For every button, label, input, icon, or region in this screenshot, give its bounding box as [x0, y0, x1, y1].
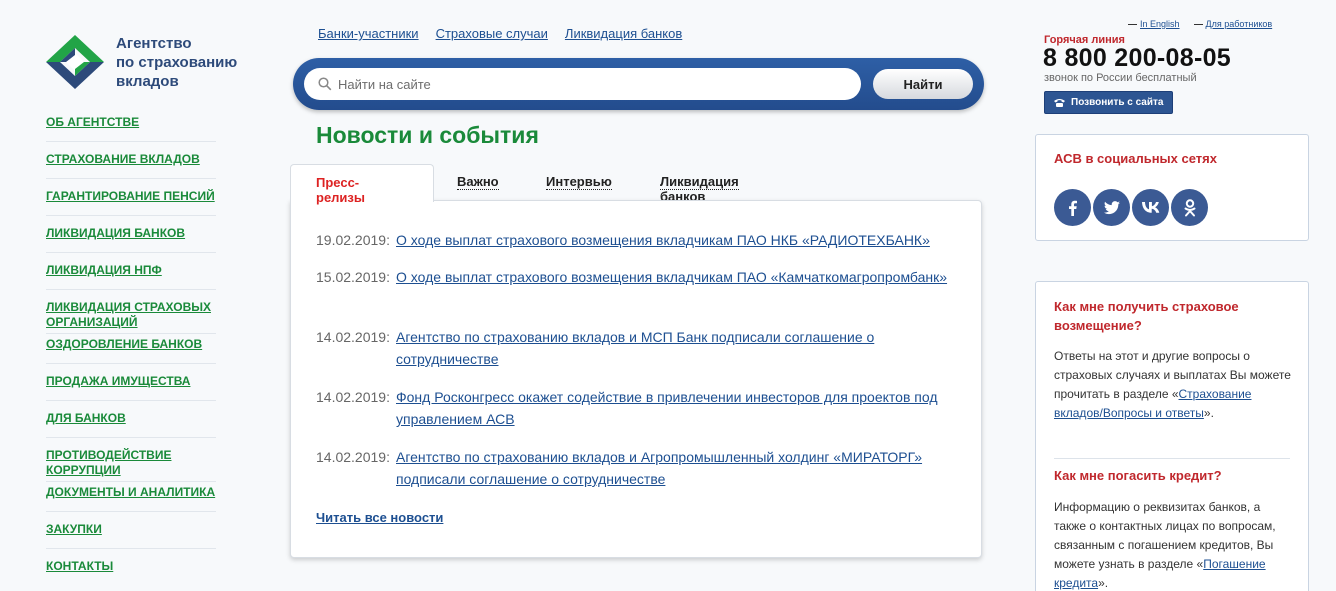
tab-bank-liquidation[interactable]: Ликвидация банков [660, 164, 739, 205]
news-item: 14.02.2019: Агентство по страхованию вкл… [316, 446, 976, 490]
tab-press-releases[interactable]: Пресс-релизы [290, 164, 434, 205]
search-icon [318, 77, 332, 91]
nav-divider [46, 252, 216, 253]
logo-line-1: Агентство [116, 34, 192, 52]
faq-question: Как мне погасить кредит? [1054, 468, 1222, 483]
call-from-site-button[interactable]: Позвонить с сайта [1044, 91, 1173, 114]
page: Агентство по страхованию вкладов ОБ АГЕН… [0, 0, 1336, 591]
news-link[interactable]: Фонд Росконгресс окажет содействие в при… [396, 386, 976, 430]
news-panel: 19.02.2019: О ходе выплат страхового воз… [290, 200, 982, 558]
nav-divider [46, 178, 216, 179]
site-logo[interactable]: Агентство по страхованию вкладов [44, 33, 237, 91]
nav-divider [46, 548, 216, 549]
tab-important[interactable]: Важно [457, 164, 499, 202]
news-date: 14.02.2019: [316, 329, 390, 345]
nav-divider [46, 141, 216, 142]
english-link[interactable]: In English [1140, 19, 1180, 29]
search-bar: Найти [293, 58, 984, 110]
search-input[interactable] [338, 76, 838, 92]
logo-line-3: вкладов [116, 72, 179, 90]
nav-item-documents[interactable]: ДОКУМЕНТЫ И АНАЛИТИКА [46, 485, 216, 500]
phone-icon [1054, 98, 1065, 107]
hotline-note: звонок по России бесплатный [1044, 72, 1197, 84]
news-item: 19.02.2019: О ходе выплат страхового воз… [316, 229, 976, 251]
page-title: Новости и события [316, 122, 539, 148]
social-box: АСВ в социальных сетях [1035, 134, 1309, 241]
utility-links: In English Для работников [1128, 19, 1272, 29]
faq-answer-tail: ». [1098, 576, 1109, 590]
social-title: АСВ в социальных сетях [1054, 151, 1217, 166]
nav-item-anti-corruption[interactable]: ПРОТИВОДЕЙСТВИЕ КОРРУПЦИИ [46, 448, 216, 478]
news-item: 14.02.2019: Фонд Росконгресс окажет соде… [316, 386, 976, 430]
top-link-bank-liquidation[interactable]: Ликвидация банков [565, 26, 682, 41]
news-item: 14.02.2019: Агентство по страхованию вкл… [316, 326, 976, 370]
tab-label: Пресс-релизы [316, 175, 365, 205]
news-item: 15.02.2019: О ходе выплат страхового воз… [316, 266, 976, 288]
nav-divider [46, 481, 216, 482]
news-link[interactable]: О ходе выплат страхового возмещения вкла… [396, 229, 930, 251]
nav-item-about[interactable]: ОБ АГЕНТСТВЕ [46, 115, 216, 130]
faq-question: Как мне получить страховое возмещение? [1054, 299, 1239, 333]
nav-item-pension-guarantee[interactable]: ГАРАНТИРОВАНИЕ ПЕНСИЙ [46, 189, 216, 204]
utility-link-staff-wrap: Для работников [1193, 19, 1273, 29]
read-all-news-link[interactable]: Читать все новости [316, 510, 443, 525]
search-button[interactable]: Найти [873, 69, 973, 99]
top-link-insured-events[interactable]: Страховые случаи [436, 26, 548, 41]
news-date: 14.02.2019: [316, 389, 390, 405]
nav-item-property-sale[interactable]: ПРОДАЖА ИМУЩЕСТВА [46, 374, 216, 389]
tab-label: Важно [457, 174, 499, 190]
faq-box: Как мне получить страховое возмещение? О… [1035, 281, 1309, 591]
nav-divider [46, 333, 216, 334]
asv-logo-icon [46, 35, 104, 89]
nav-item-bank-recovery[interactable]: ОЗДОРОВЛЕНИЕ БАНКОВ [46, 337, 216, 352]
nav-divider [46, 215, 216, 216]
top-links: Банки-участники Страховые случаи Ликвида… [318, 26, 682, 41]
news-link[interactable]: Агентство по страхованию вкладов и Агроп… [396, 446, 976, 490]
news-link[interactable]: О ходе выплат страхового возмещения вкла… [396, 266, 947, 288]
nav-item-for-banks[interactable]: ДЛЯ БАНКОВ [46, 411, 216, 426]
tab-label: Интервью [546, 174, 612, 190]
nav-divider [46, 400, 216, 401]
news-date: 19.02.2019: [316, 232, 390, 248]
nav-item-npf-liquidation[interactable]: ЛИКВИДАЦИЯ НПФ [46, 263, 216, 278]
odnoklassniki-icon[interactable] [1171, 189, 1208, 226]
tab-interview[interactable]: Интервью [546, 164, 612, 202]
logo-line-2: по страхованию [116, 53, 238, 71]
dash-icon [1128, 24, 1137, 26]
news-link[interactable]: Агентство по страхованию вкладов и МСП Б… [396, 326, 976, 370]
news-date: 14.02.2019: [316, 449, 390, 465]
top-link-member-banks[interactable]: Банки-участники [318, 26, 419, 41]
faq-answer: Ответы на этот и другие вопросы о страхо… [1054, 347, 1294, 423]
nav-item-insurer-liquidation[interactable]: ЛИКВИДАЦИЯ СТРАХОВЫХ ОРГАНИЗАЦИЙ [46, 300, 216, 330]
call-button-label: Позвонить с сайта [1071, 97, 1164, 108]
nav-item-contacts[interactable]: КОНТАКТЫ [46, 559, 216, 574]
faq-divider [1054, 458, 1290, 459]
search-field[interactable] [304, 68, 861, 100]
logo-text: Агентство по страхованию вкладов [116, 34, 237, 91]
hotline-number[interactable]: 8 800 200-08-05 [1043, 44, 1231, 73]
nav-item-deposit-insurance[interactable]: СТРАХОВАНИЕ ВКЛАДОВ [46, 152, 216, 167]
twitter-icon[interactable] [1093, 189, 1130, 226]
faq-answer: Информацию о реквизитах банков, а также … [1054, 498, 1294, 591]
nav-divider [46, 511, 216, 512]
faq-answer-text: Ответы на этот и другие вопросы о страхо… [1054, 349, 1291, 401]
staff-link[interactable]: Для работников [1206, 19, 1273, 29]
nav-divider [46, 289, 216, 290]
faq-answer-tail: ». [1203, 406, 1214, 420]
facebook-icon[interactable] [1054, 189, 1091, 226]
nav-item-procurement[interactable]: ЗАКУПКИ [46, 522, 216, 537]
nav-divider [46, 437, 216, 438]
nav-item-bank-liquidation[interactable]: ЛИКВИДАЦИЯ БАНКОВ [46, 226, 216, 241]
utility-link-english-wrap: In English [1128, 19, 1180, 29]
nav-divider [46, 363, 216, 364]
news-date: 15.02.2019: [316, 269, 390, 285]
dash-icon [1193, 24, 1203, 26]
vk-icon[interactable] [1132, 189, 1169, 226]
